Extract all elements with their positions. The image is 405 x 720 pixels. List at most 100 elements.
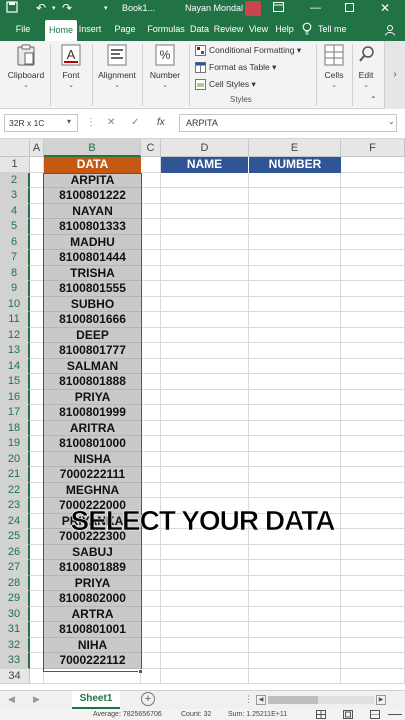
- grid-cell[interactable]: [141, 668, 161, 684]
- save-icon[interactable]: [6, 0, 20, 17]
- column-header-e[interactable]: E: [249, 139, 341, 157]
- grid-cell[interactable]: [141, 451, 161, 467]
- data-cell[interactable]: SALMAN: [44, 358, 141, 374]
- row-header-19[interactable]: 19: [0, 436, 30, 452]
- data-header-cell[interactable]: DATA: [44, 157, 141, 173]
- grid-cell[interactable]: [341, 436, 405, 452]
- grid-cell[interactable]: [341, 157, 405, 173]
- grid-cell[interactable]: [161, 389, 249, 405]
- tab-page-layout[interactable]: Page Layo: [104, 17, 146, 58]
- grid-cell[interactable]: [30, 296, 44, 312]
- grid-cell[interactable]: [141, 622, 161, 638]
- grid-cell[interactable]: [161, 622, 249, 638]
- grid-cell[interactable]: [30, 544, 44, 560]
- grid-cell[interactable]: [141, 467, 161, 483]
- grid-cell[interactable]: [141, 436, 161, 452]
- grid-cell[interactable]: [30, 219, 44, 235]
- grid-cell[interactable]: [341, 451, 405, 467]
- row-header-34[interactable]: 34: [0, 668, 30, 684]
- grid-cell[interactable]: [341, 265, 405, 281]
- grid-cell[interactable]: [30, 265, 44, 281]
- minimize-icon[interactable]: —: [310, 0, 321, 17]
- grid-cell[interactable]: [161, 575, 249, 591]
- grid-cell[interactable]: [161, 374, 249, 390]
- grid-cell[interactable]: [141, 281, 161, 297]
- grid-cell[interactable]: [341, 575, 405, 591]
- more-options-icon[interactable]: ⋮: [86, 114, 96, 132]
- scrollbar-thumb[interactable]: [268, 696, 318, 704]
- data-cell[interactable]: PRIYA: [44, 575, 141, 591]
- column-header-c[interactable]: C: [141, 139, 161, 157]
- row-header-11[interactable]: 11: [0, 312, 30, 328]
- grid-cell[interactable]: [141, 606, 161, 622]
- insert-function-button[interactable]: fx: [157, 114, 165, 132]
- grid-cell[interactable]: [161, 281, 249, 297]
- grid-cell[interactable]: [249, 188, 341, 204]
- grid-cell[interactable]: [161, 591, 249, 607]
- grid-cell[interactable]: [249, 436, 341, 452]
- cell-styles-button[interactable]: Cell Styles ▾: [195, 79, 256, 93]
- data-cell[interactable]: MEGHNA: [44, 482, 141, 498]
- row-header-4[interactable]: 4: [0, 203, 30, 219]
- grid-cell[interactable]: [341, 234, 405, 250]
- grid-cell[interactable]: [341, 653, 405, 669]
- ribbon-display-icon[interactable]: [273, 0, 287, 17]
- grid-cell[interactable]: [161, 312, 249, 328]
- grid-cell[interactable]: [249, 653, 341, 669]
- grid-cell[interactable]: [249, 420, 341, 436]
- grid-cell[interactable]: [30, 250, 44, 266]
- close-icon[interactable]: ✕: [380, 0, 390, 17]
- data-cell[interactable]: PRIYA: [44, 389, 141, 405]
- grid-cell[interactable]: [30, 482, 44, 498]
- grid-cell[interactable]: [44, 668, 141, 684]
- tab-view[interactable]: View: [246, 17, 271, 41]
- grid-cell[interactable]: [30, 172, 44, 188]
- row-header-3[interactable]: 3: [0, 188, 30, 204]
- grid-cell[interactable]: [30, 188, 44, 204]
- grid-cell[interactable]: [161, 296, 249, 312]
- clipboard-button[interactable]: Clipboard ⌄: [4, 41, 48, 109]
- grid-cell[interactable]: [30, 203, 44, 219]
- grid-cell[interactable]: [341, 544, 405, 560]
- enter-icon[interactable]: ✓: [131, 114, 139, 132]
- data-cell[interactable]: ARTRA: [44, 606, 141, 622]
- grid-cell[interactable]: [141, 172, 161, 188]
- grid-cell[interactable]: [341, 606, 405, 622]
- grid-cell[interactable]: [30, 467, 44, 483]
- grid-cell[interactable]: [141, 327, 161, 343]
- row-header-14[interactable]: 14: [0, 358, 30, 374]
- grid-cell[interactable]: [341, 591, 405, 607]
- grid-cell[interactable]: [161, 637, 249, 653]
- cells-button[interactable]: Cells ⌄: [318, 41, 350, 109]
- grid-cell[interactable]: [141, 188, 161, 204]
- grid-cell[interactable]: [341, 420, 405, 436]
- grid-cell[interactable]: [141, 544, 161, 560]
- grid-cell[interactable]: [249, 389, 341, 405]
- grid-cell[interactable]: [161, 358, 249, 374]
- data-cell[interactable]: 7000222111: [44, 467, 141, 483]
- grid-cell[interactable]: [341, 296, 405, 312]
- grid-cell[interactable]: [249, 575, 341, 591]
- row-header-8[interactable]: 8: [0, 265, 30, 281]
- row-header-20[interactable]: 20: [0, 451, 30, 467]
- tab-help[interactable]: Help: [271, 17, 298, 41]
- grid-cell[interactable]: [141, 234, 161, 250]
- grid-cell[interactable]: [249, 544, 341, 560]
- number-header-cell[interactable]: NUMBER: [249, 157, 341, 173]
- grid-cell[interactable]: [161, 405, 249, 421]
- next-sheet-icon[interactable]: ▶: [33, 694, 40, 705]
- grid-cell[interactable]: [249, 374, 341, 390]
- grid-cell[interactable]: [249, 219, 341, 235]
- grid-cell[interactable]: [141, 312, 161, 328]
- grid-cell[interactable]: [141, 653, 161, 669]
- column-header-b[interactable]: B: [44, 139, 141, 157]
- grid-cell[interactable]: [249, 591, 341, 607]
- grid-cell[interactable]: [161, 544, 249, 560]
- grid-cell[interactable]: [141, 637, 161, 653]
- data-cell[interactable]: TRISHA: [44, 265, 141, 281]
- tab-data[interactable]: Data: [187, 17, 212, 41]
- grid-cell[interactable]: [141, 374, 161, 390]
- data-cell[interactable]: 8100801889: [44, 560, 141, 576]
- grid-cell[interactable]: [341, 358, 405, 374]
- data-cell[interactable]: MADHU: [44, 234, 141, 250]
